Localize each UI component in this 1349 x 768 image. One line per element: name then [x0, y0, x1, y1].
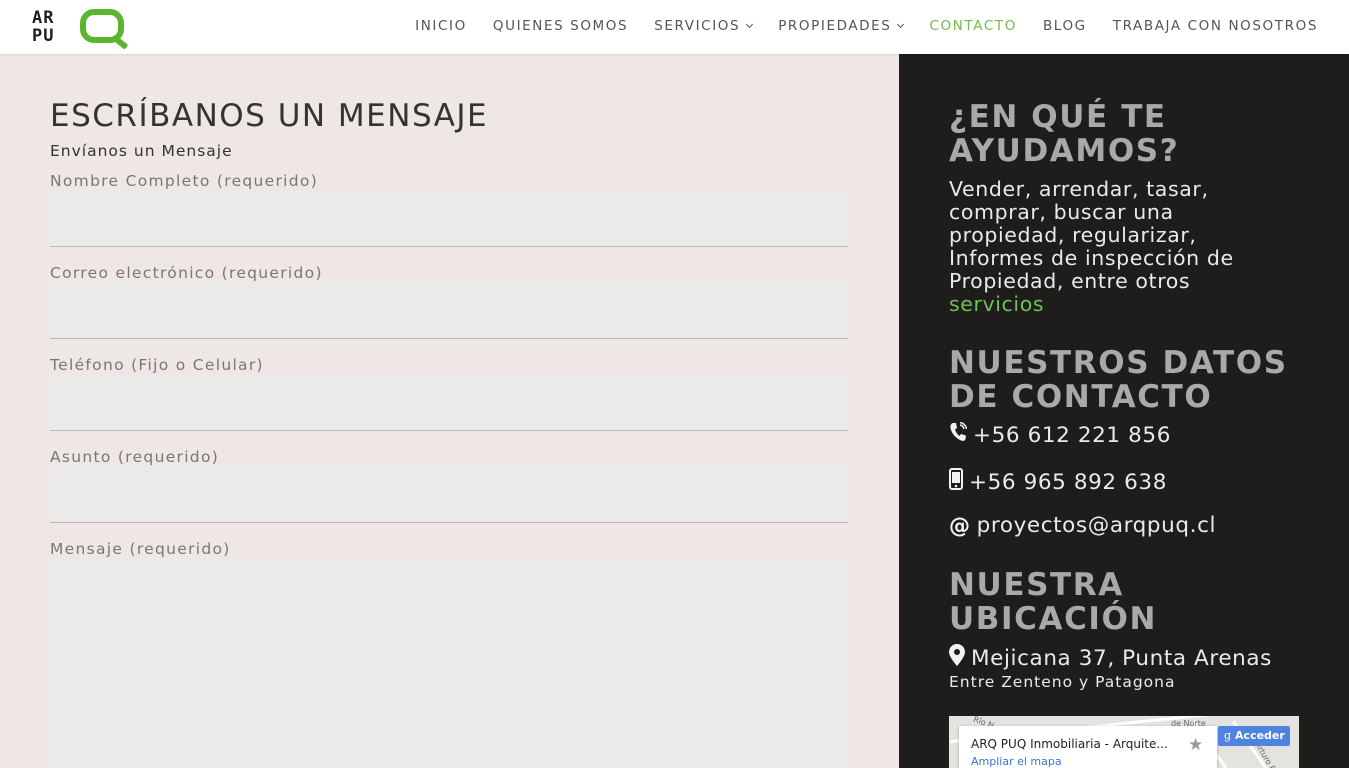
name-label: Nombre Completo (requerido)	[50, 172, 319, 190]
message-textarea[interactable]	[50, 559, 848, 768]
form-title: ESCRÍBANOS UN MENSAJE	[50, 98, 489, 134]
nav-label: INICIO	[415, 18, 467, 34]
email-row[interactable]: @ proyectos@arqpuq.cl	[949, 513, 1216, 538]
subject-input[interactable]	[50, 467, 848, 523]
help-text: Vender, arrendar, tasar, comprar, buscar…	[949, 178, 1289, 316]
main-nav: INICIO QUIENES SOMOS SERVICIOS PROPIEDAD…	[389, 18, 1318, 34]
message-label: Mensaje (requerido)	[50, 540, 231, 558]
nav-label: CONTACTO	[929, 18, 1017, 34]
email-label: Correo electrónico (requerido)	[50, 264, 323, 282]
nav-item-blog[interactable]: BLOG	[1043, 18, 1087, 34]
chevron-down-icon	[897, 20, 905, 29]
contact-form-section: ESCRÍBANOS UN MENSAJE Envíanos un Mensaj…	[0, 54, 899, 768]
nav-label: PROPIEDADES	[778, 18, 892, 34]
enlarge-map-link[interactable]: Ampliar el mapa	[971, 755, 1062, 768]
phone-label: Teléfono (Fijo o Celular)	[50, 356, 264, 374]
address-row: Mejicana 37, Punta Arenas	[949, 644, 1272, 672]
address-detail: Entre Zenteno y Patagona	[949, 673, 1176, 691]
subject-label: Asunto (requerido)	[50, 448, 220, 466]
star-icon[interactable]: ★	[1188, 735, 1203, 755]
phone-number: +56 612 221 856	[973, 422, 1171, 448]
logo-text-line2: PU	[32, 26, 55, 46]
mobile-row[interactable]: +56 965 892 638	[949, 468, 1167, 496]
email-address: proyectos@arqpuq.cl	[976, 513, 1217, 538]
nav-item-contacto[interactable]: CONTACTO	[929, 18, 1016, 34]
logo-text-line1: AR	[32, 8, 55, 28]
map-marker-icon	[949, 644, 965, 672]
nav-item-quienes-somos[interactable]: QUIENES SOMOS	[493, 18, 628, 34]
mobile-phone-icon	[949, 468, 963, 496]
nav-item-inicio[interactable]: INICIO	[415, 18, 467, 34]
location-heading: NUESTRA UBICACIÓN	[949, 567, 1158, 637]
chevron-down-icon	[746, 20, 754, 29]
logo-q-mark	[80, 9, 124, 43]
nav-item-servicios[interactable]: SERVICIOS	[654, 18, 754, 34]
nav-label: QUIENES SOMOS	[492, 18, 629, 34]
help-text-body: Vender, arrendar, tasar, comprar, buscar…	[949, 177, 1234, 293]
nav-label: SERVICIOS	[654, 18, 741, 34]
arqpuq-logo[interactable]: AR PU	[32, 8, 128, 48]
phone-row[interactable]: +56 612 221 856	[949, 421, 1171, 448]
address-text: Mejicana 37, Punta Arenas	[971, 645, 1272, 671]
nav-label: BLOG	[1042, 18, 1087, 34]
google-g-icon: g	[1224, 729, 1232, 742]
site-header: AR PU INICIO QUIENES SOMOS SERVICIOS PRO…	[0, 0, 1349, 54]
at-sign-icon: @	[949, 513, 971, 538]
email-input[interactable]	[50, 283, 848, 339]
services-link[interactable]: servicios	[949, 292, 1044, 316]
form-subtitle: Envíanos un Mensaje	[50, 142, 233, 160]
phone-icon	[949, 421, 968, 448]
map-signin-button[interactable]: g Acceder	[1218, 726, 1290, 746]
contact-heading: NUESTROS DATOS DE CONTACTO	[949, 345, 1288, 415]
name-input[interactable]	[50, 191, 848, 247]
info-sidebar: ¿EN QUÉ TE AYUDAMOS? Vender, arrendar, t…	[899, 54, 1349, 768]
phone-input[interactable]	[50, 375, 848, 431]
help-heading: ¿EN QUÉ TE AYUDAMOS?	[949, 99, 1180, 169]
signin-label: Acceder	[1235, 729, 1285, 742]
map-place-name: ARQ PUQ Inmobiliaria - Arquite...	[971, 737, 1168, 751]
nav-item-trabaja-con-nosotros[interactable]: TRABAJA CON NOSOTROS	[1113, 18, 1318, 34]
google-map[interactable]: Río N de Norte Arturo P ARQ PUQ Inmobili…	[949, 716, 1299, 768]
nav-label: TRABAJA CON NOSOTROS	[1112, 18, 1318, 34]
nav-item-propiedades[interactable]: PROPIEDADES	[778, 18, 905, 34]
mobile-number: +56 965 892 638	[969, 469, 1167, 495]
map-place-card: ARQ PUQ Inmobiliaria - Arquite... Amplia…	[959, 726, 1217, 768]
